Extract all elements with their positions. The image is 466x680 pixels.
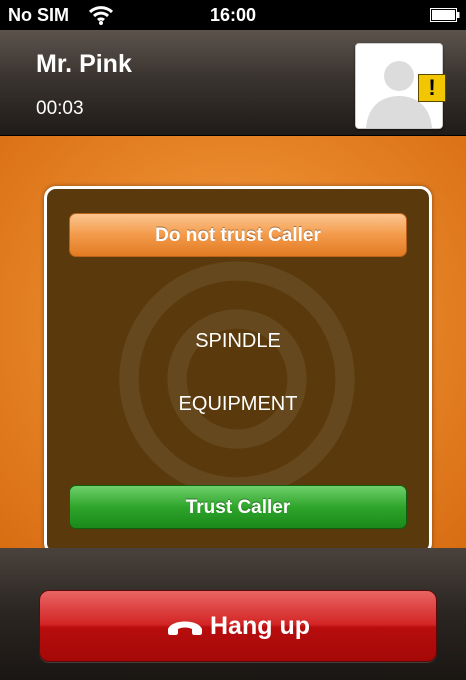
caller-name: Mr. Pink xyxy=(36,50,132,78)
phone-handset-icon xyxy=(168,621,202,635)
call-header: Mr. Pink 00:03 xyxy=(0,30,466,136)
hang-up-button[interactable]: Hang up xyxy=(39,590,437,662)
warning-badge: ! xyxy=(418,74,446,102)
status-bar: No SIM 16:00 xyxy=(0,0,466,30)
status-time: 16:00 xyxy=(209,5,257,25)
trust-dialog: Do not trust Caller SPINDLE EQUIPMENT Tr… xyxy=(44,186,432,555)
hang-up-label: Hang up xyxy=(210,612,310,640)
battery-icon xyxy=(430,8,460,22)
trust-word-2: EQUIPMENT xyxy=(178,393,298,415)
do-not-trust-button[interactable]: Do not trust Caller xyxy=(69,213,407,257)
trust-caller-button[interactable]: Trust Caller xyxy=(69,485,407,529)
trust-word-1: SPINDLE xyxy=(195,330,281,352)
watermark-icon xyxy=(119,261,355,497)
call-duration: 00:03 xyxy=(36,98,84,119)
